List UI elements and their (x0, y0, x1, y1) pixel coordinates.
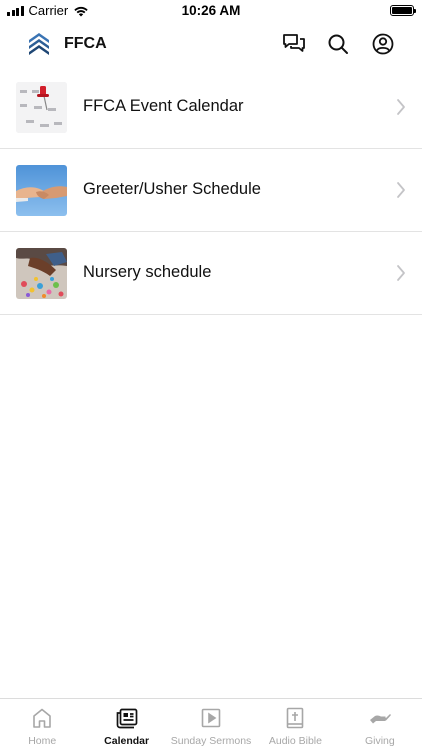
item-label: Nursery schedule (83, 263, 212, 281)
tab-label: Giving (364, 735, 395, 747)
ffca-logo-icon (29, 33, 49, 55)
tab-label: Calendar (104, 735, 150, 747)
handshake-thumbnail (16, 165, 67, 216)
giving-hand-icon (369, 714, 391, 724)
search-button[interactable] (325, 31, 351, 57)
tab-label: Audio Bible (268, 735, 322, 747)
status-bar: Carrier 10:26 AM (0, 0, 422, 22)
list-item-event-calendar[interactable]: FFCA Event Calendar (0, 66, 422, 149)
battery-icon (390, 5, 416, 16)
calendar-pushpin-thumbnail (16, 82, 67, 133)
app-title: FFCA (64, 35, 107, 52)
play-icon (201, 708, 221, 728)
chevron-right-icon (397, 99, 405, 115)
search-icon (328, 34, 348, 54)
status-time: 10:26 AM (181, 3, 241, 18)
item-label: FFCA Event Calendar (83, 97, 244, 115)
tab-label: Home (28, 735, 57, 747)
tab-audio-bible[interactable]: Audio Bible (253, 699, 337, 750)
schedule-list: FFCA Event Calendar Greeter/Usher Schedu… (0, 66, 422, 315)
app-header: FFCA (0, 22, 422, 68)
tab-home[interactable]: Home (0, 699, 84, 750)
item-label: Greeter/Usher Schedule (83, 180, 261, 198)
chevron-right-icon (397, 265, 405, 281)
tab-sunday-sermons[interactable]: Sunday Sermons (169, 699, 253, 750)
home-icon (33, 708, 52, 728)
child-playing-thumbnail (16, 248, 67, 299)
profile-icon (372, 33, 394, 55)
chat-button[interactable] (281, 31, 307, 57)
chat-icon (283, 34, 305, 52)
tab-calendar[interactable]: Calendar (84, 699, 168, 750)
tab-giving[interactable]: Giving (338, 699, 422, 750)
tab-bar: Home Calendar Sunday Sermons Audio Bible… (0, 698, 422, 750)
profile-button[interactable] (370, 31, 396, 57)
list-item-nursery[interactable]: Nursery schedule (0, 232, 422, 315)
list-item-greeter-usher[interactable]: Greeter/Usher Schedule (0, 149, 422, 232)
tab-label: Sunday Sermons (170, 735, 252, 747)
calendar-news-icon (116, 708, 137, 729)
bible-icon (287, 707, 304, 729)
chevron-right-icon (397, 182, 405, 198)
